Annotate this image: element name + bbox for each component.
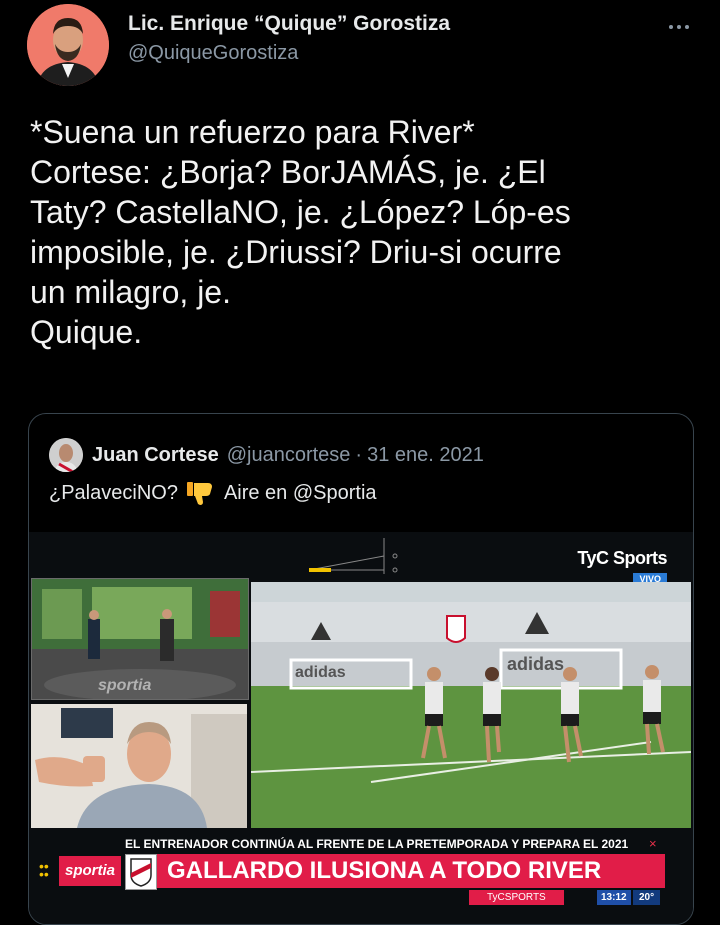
river-crest-icon bbox=[125, 854, 157, 890]
ticker-subheadline: EL ENTRENADOR CONTINÚA AL FRENTE DE LA P… bbox=[125, 837, 629, 851]
author-handle[interactable]: @QuiqueGorostiza bbox=[128, 42, 450, 65]
quote-author-avatar[interactable] bbox=[49, 438, 83, 472]
quote-text-before: ¿PalaveciNO? bbox=[49, 481, 178, 504]
tweet-line: Taty? CastellaNO, je. ¿López? Lóp-es bbox=[30, 194, 571, 230]
author-name[interactable]: Lic. Enrique “Quique” Gorostiza bbox=[128, 12, 450, 36]
quote-author-name[interactable]: Juan Cortese bbox=[92, 444, 219, 467]
tweet-line: imposible, je. ¿Driussi? Driu-si ocurre bbox=[30, 234, 562, 270]
more-horizontal-icon[interactable] bbox=[668, 10, 690, 36]
clock: 13:12 bbox=[597, 890, 631, 905]
temperature: 20° bbox=[633, 890, 661, 905]
graphic-lines bbox=[308, 538, 398, 574]
channel-logo: TyC Sports bbox=[577, 548, 667, 568]
program-tag: sportia bbox=[59, 856, 121, 886]
tweet-line: *Suena un refuerzo para River* bbox=[30, 114, 475, 150]
embedded-video[interactable]: TyC Sports VIVO sportia adidas adidas EL… bbox=[29, 532, 693, 924]
quote-text-after[interactable]: Aire en @Sportia bbox=[224, 482, 377, 505]
tweet-text: *Suena un refuerzo para River* Cortese: … bbox=[30, 112, 690, 352]
quote-date[interactable]: 31 ene. 2021 bbox=[367, 444, 484, 467]
social-handle: TyCSPORTS bbox=[469, 890, 564, 905]
dots-icon: •• •• bbox=[39, 858, 49, 882]
headline: GALLARDO ILUSIONA A TODO RIVER bbox=[157, 854, 665, 888]
close-icon: × bbox=[649, 836, 657, 851]
tweet-line: Cortese: ¿Borja? BorJAMÁS, je. ¿El bbox=[30, 154, 546, 190]
host-panel bbox=[31, 704, 247, 828]
studio-brand: sportia bbox=[98, 677, 152, 694]
quote-separator: · bbox=[355, 443, 363, 466]
tweet-line: Quique. bbox=[30, 314, 143, 350]
field-sign-2: adidas bbox=[507, 654, 565, 674]
field-sign-1: adidas bbox=[295, 664, 346, 681]
quote-author-handle[interactable]: @juancortese bbox=[227, 444, 351, 467]
studio-panel: sportia bbox=[31, 578, 249, 700]
quoted-tweet-card[interactable]: Juan Cortese @juancortese · 31 ene. 2021… bbox=[28, 413, 694, 925]
author-avatar[interactable] bbox=[27, 4, 109, 86]
tweet-line: un milagro, je. bbox=[30, 274, 231, 310]
thumbs-down-icon bbox=[186, 480, 216, 506]
training-field-panel: adidas adidas bbox=[251, 582, 691, 828]
